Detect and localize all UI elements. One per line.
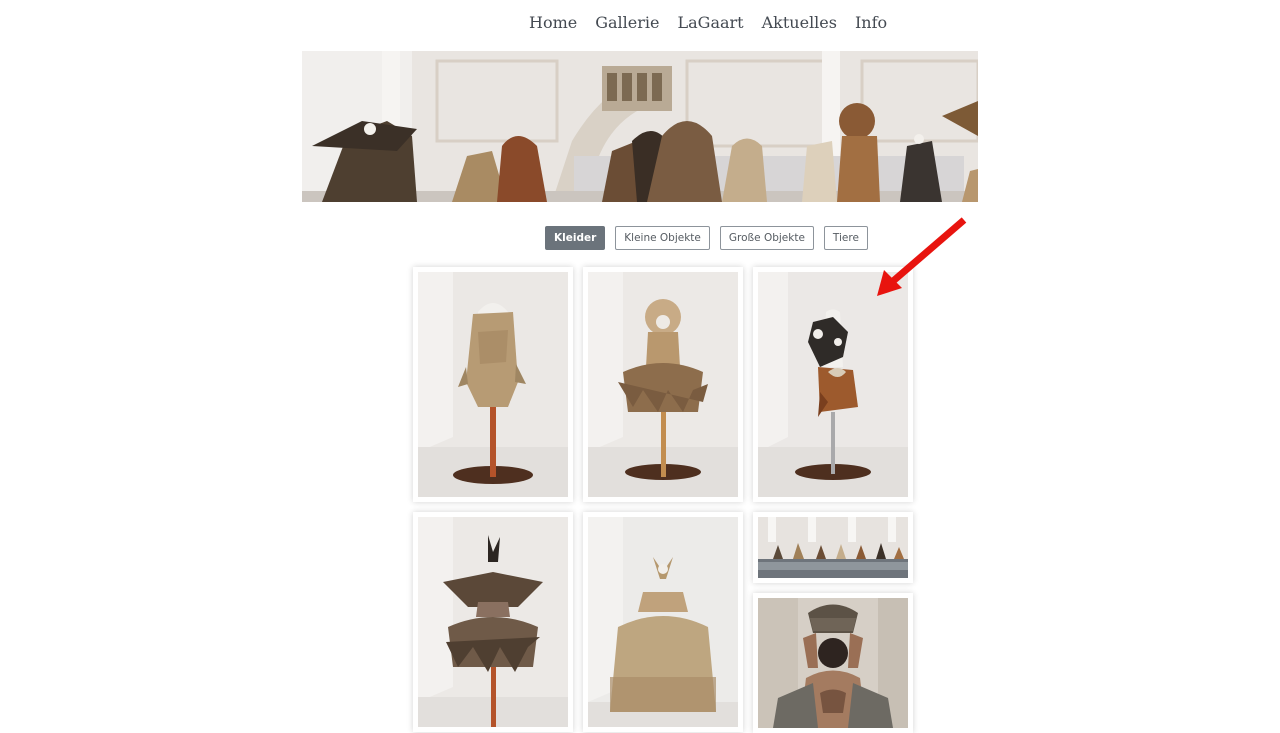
dress-photo [418,272,568,497]
gallery-item-2[interactable] [583,267,743,502]
dress-photo [758,272,908,497]
red-arrow-annotation-icon [877,217,967,296]
nav-lagaart[interactable]: LaGaart [678,10,744,36]
gallery-item-3[interactable] [753,267,913,502]
nav-aktuelles[interactable]: Aktuelles [762,10,837,36]
dress-photo [588,272,738,497]
filter-tiere-button[interactable]: Tiere [823,226,868,250]
model-photo [758,598,908,728]
gallery-item-5[interactable] [583,512,743,732]
main-nav: Home Gallerie LaGaart Aktuelles Info [529,10,887,36]
header-banner-image [302,51,978,202]
gallery-item-6[interactable] [753,512,913,583]
nav-gallerie[interactable]: Gallerie [595,10,659,36]
nav-home[interactable]: Home [529,10,577,36]
filter-kleider-button[interactable]: Kleider [545,226,606,250]
gallery-item-1[interactable] [413,267,573,502]
filter-kleine-objekte-button[interactable]: Kleine Objekte [615,226,710,250]
dress-photo [418,517,568,727]
dress-photo [588,517,738,727]
filter-grosse-objekte-button[interactable]: Große Objekte [719,226,814,250]
category-filter-group: Kleider Kleine Objekte Große Objekte Tie… [545,226,868,250]
exhibition-photo [758,517,908,578]
gallery-item-4[interactable] [413,512,573,732]
nav-info[interactable]: Info [855,10,887,36]
gallery-item-7[interactable] [753,593,913,733]
